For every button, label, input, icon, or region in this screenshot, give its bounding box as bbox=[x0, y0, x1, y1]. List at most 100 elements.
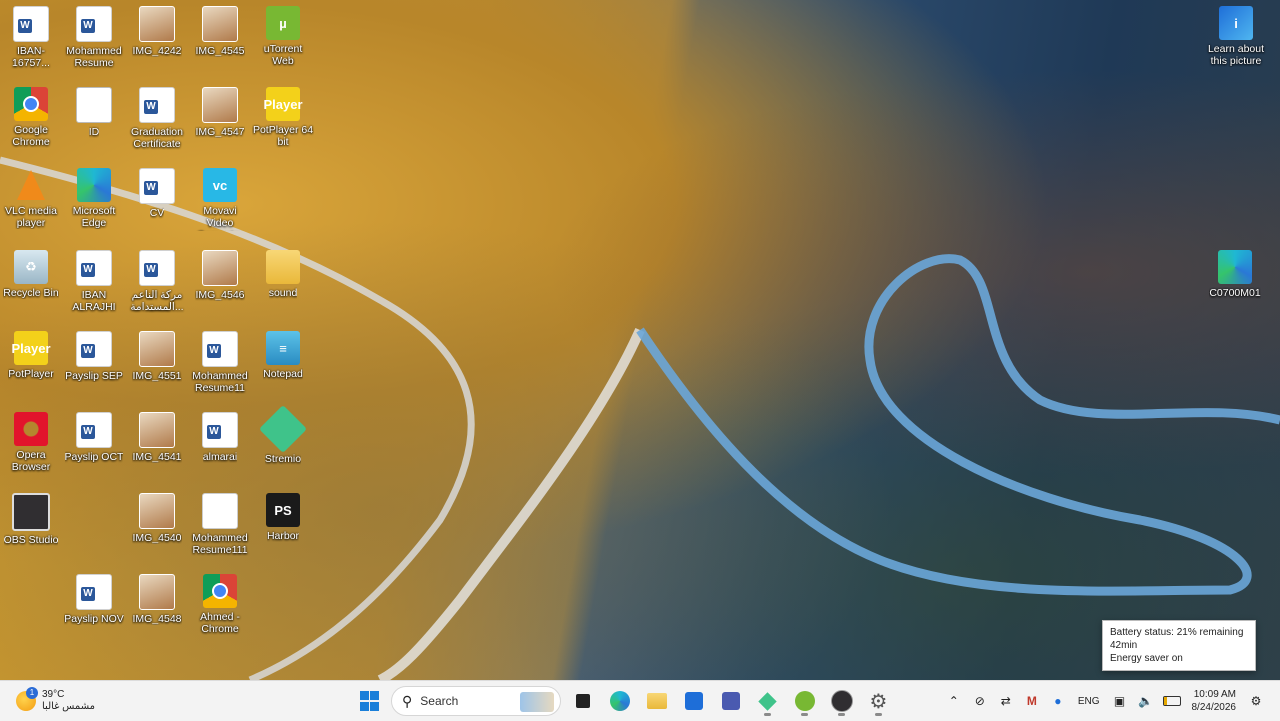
taskbar: 1 39°C مشمس غالبا ⚲ Search ⚙ ⌃ ⊘ ⇄ M ● E… bbox=[0, 680, 1280, 721]
taskbar-app-m[interactable] bbox=[715, 686, 746, 717]
desktop-icon[interactable]: IMG_4541 bbox=[126, 406, 188, 463]
image-file-icon bbox=[202, 250, 238, 286]
desktop-icon[interactable]: µ uTorrent Web bbox=[252, 0, 314, 67]
desktop-icon[interactable]: Stremio bbox=[252, 404, 314, 465]
learn-picture-icon: i bbox=[1219, 6, 1253, 40]
desktop-icon-label: Mohammed Resume11 bbox=[192, 370, 248, 394]
desktop-icon[interactable]: PS Harbor bbox=[252, 487, 314, 542]
taskbar-obs[interactable] bbox=[826, 686, 857, 717]
folder-icon bbox=[646, 693, 667, 709]
desktop-icon[interactable]: ≡ Notepad bbox=[252, 325, 314, 380]
desktop-icon[interactable]: Player PotPlayer 64 bit bbox=[252, 81, 314, 148]
desktop[interactable]: IBAN-16757... Mohammed Resume IMG_4242 IMG_… bbox=[0, 0, 1280, 680]
desktop-icon[interactable]: IMG_4546 bbox=[189, 244, 251, 301]
desktop-icon[interactable]: Player PotPlayer bbox=[0, 325, 62, 380]
desktop-icon-label: CV bbox=[149, 207, 165, 219]
desktop-icon-label: Mohammed Resume bbox=[66, 45, 122, 69]
language-indicator[interactable]: ENG bbox=[1072, 696, 1106, 707]
desktop-icon[interactable]: Mohammed Resume111 bbox=[189, 487, 251, 556]
battery-status-line: Battery status: 21% remaining bbox=[1110, 627, 1244, 638]
folder-icon bbox=[266, 250, 300, 284]
desktop-icon[interactable]: Mohammed Resume11 bbox=[189, 325, 251, 394]
clock-time: 10:09 AM bbox=[1193, 689, 1236, 700]
gear-icon: ⚙ bbox=[869, 690, 888, 713]
weather-widget[interactable]: 1 39°C مشمس غالبا bbox=[16, 685, 95, 717]
network-icon: ▣ bbox=[1113, 694, 1126, 708]
edge-icon bbox=[609, 691, 630, 711]
show-hidden-icons-button[interactable]: ⌃ bbox=[942, 687, 966, 715]
desktop-icon[interactable]: Payslip OCT bbox=[63, 406, 125, 463]
image-file-icon bbox=[202, 87, 238, 123]
tray-icon-microphone[interactable]: ● bbox=[1046, 687, 1070, 715]
desktop-icon[interactable]: VLC media player bbox=[0, 162, 62, 229]
taskbar-stremio[interactable] bbox=[752, 686, 783, 717]
desktop-icon[interactable]: Graduation Certificate bbox=[126, 81, 188, 150]
desktop-icon[interactable]: Microsoft Edge bbox=[63, 162, 125, 229]
desktop-icon-label: مركة الناعم المستدامة... bbox=[130, 289, 184, 313]
word-doc-icon bbox=[139, 87, 175, 123]
desktop-icon-label: PotPlayer bbox=[8, 368, 54, 380]
eye-slash-icon: ⊘ bbox=[974, 694, 985, 708]
speaker-icon: 🔈 bbox=[1138, 694, 1153, 708]
desktop-icon-label: IMG_4541 bbox=[132, 451, 182, 463]
desktop-icon[interactable]: almarai bbox=[189, 406, 251, 463]
desktop-icon[interactable]: IMG_4547 bbox=[189, 81, 251, 138]
desktop-icon[interactable]: Mohammed Resume bbox=[63, 0, 125, 69]
desktop-icon[interactable]: IBAN-16757... bbox=[0, 0, 62, 69]
taskbar-settings[interactable]: ⚙ bbox=[863, 686, 894, 717]
taskbar-store[interactable] bbox=[678, 686, 709, 717]
chrome-icon bbox=[14, 87, 48, 121]
desktop-icon-label: Movavi Video Converter bbox=[197, 205, 243, 231]
weather-temperature: 39°C bbox=[42, 689, 65, 700]
taskbar-search[interactable]: ⚲ Search bbox=[391, 686, 561, 716]
desktop-icon-label: IMG_4551 bbox=[132, 370, 182, 382]
desktop-icon[interactable]: i Learn about this picture bbox=[1205, 0, 1267, 67]
desktop-icon[interactable]: CV bbox=[126, 162, 188, 219]
utorrent-icon bbox=[794, 691, 815, 711]
desktop-icon[interactable]: IMG_4548 bbox=[126, 568, 188, 625]
desktop-icon[interactable]: OBS Studio bbox=[0, 487, 62, 546]
taskbar-edge[interactable] bbox=[604, 686, 635, 717]
desktop-icon[interactable]: IBAN ALRAJHI bbox=[63, 244, 125, 313]
network-button[interactable]: ▣ bbox=[1108, 687, 1132, 715]
desktop-icon[interactable]: Opera Browser bbox=[0, 406, 62, 473]
desktop-icon[interactable]: ♻ Recycle Bin bbox=[0, 244, 62, 299]
desktop-icon[interactable]: IMG_4551 bbox=[126, 325, 188, 382]
desktop-icon[interactable]: IMG_4540 bbox=[126, 487, 188, 544]
desktop-icon[interactable]: Google Chrome bbox=[0, 81, 62, 148]
bell-icon: ⚙ bbox=[1250, 694, 1262, 708]
desktop-icon[interactable]: vc Movavi Video Converter bbox=[189, 162, 251, 231]
desktop-icon[interactable]: IMG_4242 bbox=[126, 0, 188, 57]
desktop-icon-label: OBS Studio bbox=[3, 534, 59, 546]
word-doc-icon bbox=[202, 412, 238, 448]
start-button[interactable] bbox=[354, 686, 385, 717]
search-icon: ⚲ bbox=[402, 692, 413, 709]
desktop-icon-label: Stremio bbox=[264, 453, 302, 465]
desktop-icon[interactable]: IMG_4545 bbox=[189, 0, 251, 57]
battery-button[interactable] bbox=[1160, 687, 1184, 715]
edge-icon bbox=[77, 168, 111, 202]
taskbar-file-explorer[interactable] bbox=[641, 686, 672, 717]
desktop-icon-label: Payslip NOV bbox=[64, 613, 124, 625]
desktop-icon-label: Ahmed - Chrome bbox=[200, 611, 240, 635]
transfer-icon: ⇄ bbox=[1000, 694, 1011, 708]
desktop-icon[interactable]: Ahmed - Chrome bbox=[189, 568, 251, 635]
desktop-icon[interactable]: Payslip NOV bbox=[63, 568, 125, 625]
desktop-icon[interactable]: مركة الناعم المستدامة... bbox=[126, 244, 188, 313]
tray-icon-transfer[interactable]: ⇄ bbox=[994, 687, 1018, 715]
desktop-icon[interactable]: C0700M01 bbox=[1204, 244, 1266, 299]
tray-icon-mail[interactable]: M bbox=[1020, 687, 1044, 715]
clock[interactable]: 10:09 AM 8/24/2026 bbox=[1186, 688, 1243, 714]
tray-icon-eye[interactable]: ⊘ bbox=[968, 687, 992, 715]
word-doc-icon bbox=[202, 331, 238, 367]
chrome-icon bbox=[203, 574, 237, 608]
desktop-icon[interactable]: ID ID bbox=[63, 81, 125, 138]
word-doc-icon bbox=[13, 6, 49, 42]
desktop-icon-label: Payslip OCT bbox=[64, 451, 124, 463]
desktop-icon[interactable]: Payslip SEP bbox=[63, 325, 125, 382]
notifications-button[interactable]: ⚙ bbox=[1244, 687, 1268, 715]
taskbar-utorrent[interactable] bbox=[789, 686, 820, 717]
volume-button[interactable]: 🔈 bbox=[1134, 687, 1158, 715]
desktop-icon[interactable]: sound bbox=[252, 244, 314, 299]
task-view-button[interactable] bbox=[567, 686, 598, 717]
